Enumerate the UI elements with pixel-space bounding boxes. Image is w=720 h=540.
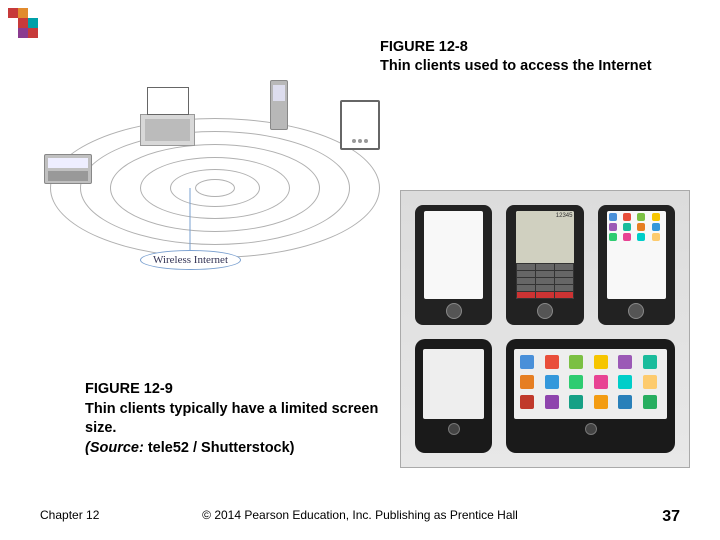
chapter-label: Chapter 12 [40, 508, 99, 522]
figure-12-8-caption: FIGURE 12-8 Thin clients used to access … [380, 38, 710, 76]
figure-12-8-text: Thin clients used to access the Internet [380, 58, 652, 74]
figure-12-9-image: 12345 [400, 190, 690, 468]
phone-display: 12345 [516, 211, 575, 263]
pda-device-icon [44, 154, 92, 184]
copyright-text: © 2014 Pearson Education, Inc. Publishin… [202, 508, 518, 522]
figure-12-9-source: tele52 / Shutterstock) [144, 440, 295, 456]
tablet-blank-icon [415, 339, 492, 453]
handheld-device-icon [270, 80, 288, 130]
smartphone-apps-icon [598, 205, 675, 325]
slide-footer: Chapter 12 © 2014 Pearson Education, Inc… [0, 508, 720, 528]
figure-12-9-source-prefix: (Source: [85, 440, 144, 456]
page-number: 37 [662, 508, 680, 526]
connector-line-icon [188, 188, 192, 250]
figure-12-8-number: FIGURE 12-8 [380, 39, 468, 55]
smartphone-keypad-icon: 12345 [506, 205, 583, 325]
wireless-internet-label: Wireless Internet [140, 250, 241, 270]
tablet-apps-icon [506, 339, 675, 453]
laptop-device-icon [140, 114, 195, 146]
publisher-logo [8, 8, 48, 48]
figure-12-8-diagram: Wireless Internet [40, 70, 390, 305]
figure-12-9-text: Thin clients typically have a limited sc… [85, 401, 378, 437]
smartphone-icon [415, 205, 492, 325]
figure-12-9-number: FIGURE 12-9 [85, 381, 173, 397]
figure-12-9-caption: FIGURE 12-9 Thin clients typically have … [85, 380, 385, 458]
tablet-device-icon [340, 100, 380, 150]
